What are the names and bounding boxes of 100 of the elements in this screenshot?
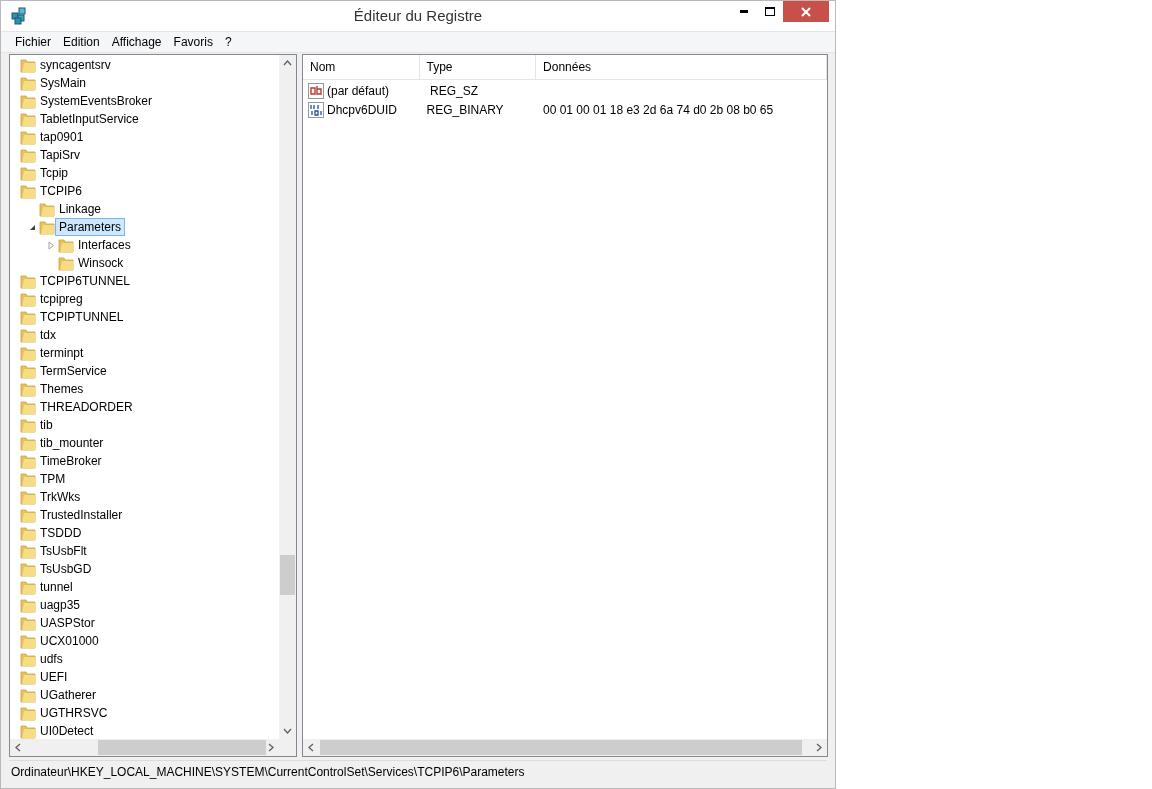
folder-icon — [20, 669, 36, 685]
folder-icon — [20, 723, 36, 739]
minimize-icon — [740, 10, 748, 13]
binary-value-icon — [308, 101, 324, 118]
folder-icon — [20, 597, 36, 613]
folder-icon — [20, 471, 36, 487]
menu-item[interactable]: Edition — [57, 35, 106, 49]
tree-item[interactable]: TPM — [36, 470, 70, 488]
column-header[interactable]: Données — [536, 55, 827, 79]
folder-icon — [20, 129, 36, 145]
menu-item[interactable]: Favoris — [167, 35, 219, 49]
folder-icon — [20, 525, 36, 541]
tree-item[interactable]: TCPIPTUNNEL — [36, 308, 128, 326]
menu-item[interactable]: Fichier — [9, 35, 57, 49]
vertical-scrollbar[interactable] — [279, 55, 296, 739]
tree-item[interactable]: tib — [36, 416, 57, 434]
tree-item[interactable]: Interfaces — [74, 236, 135, 254]
tree-item[interactable]: TabletInputService — [36, 110, 143, 128]
table-cell: Dhcpv6DUID — [303, 101, 420, 118]
tree-item[interactable]: UI0Detect — [36, 722, 98, 739]
tree-item[interactable]: TrkWks — [36, 488, 85, 506]
tree-item[interactable]: SystemEventsBroker — [36, 92, 157, 110]
collapse-arrow-icon[interactable] — [29, 223, 36, 231]
tree-item[interactable]: uagp35 — [36, 596, 85, 614]
string-value-icon — [308, 82, 324, 99]
window-title: Éditeur du Registre — [353, 7, 483, 24]
scrollbar-thumb[interactable] — [320, 740, 802, 755]
table-cell-text: REG_SZ — [429, 83, 479, 98]
tree-item[interactable]: tunnel — [36, 578, 77, 596]
tree-item[interactable]: Themes — [36, 380, 88, 398]
tree-item[interactable]: terminpt — [36, 344, 88, 362]
tree-item[interactable]: TermService — [36, 362, 111, 380]
tree-item[interactable]: tib_mounter — [36, 434, 108, 452]
folder-icon — [20, 579, 36, 595]
tree-item[interactable]: tdx — [36, 326, 60, 344]
tree-item[interactable]: Tcpip — [36, 164, 72, 182]
menu-item[interactable]: Affichage — [105, 35, 168, 49]
table-cell: (par défaut) — [303, 82, 423, 99]
tree-item[interactable]: UEFI — [36, 668, 72, 686]
registry-path: Ordinateur\HKEY_LOCAL_MACHINE\SYSTEM\CurrentControlSet\Services\TCPIP6\Parameters — [10, 765, 525, 779]
folder-icon — [58, 255, 74, 271]
folder-icon — [20, 111, 36, 127]
tree-item[interactable]: UCX01000 — [36, 632, 103, 650]
folder-icon — [20, 615, 36, 631]
close-button[interactable] — [783, 1, 829, 22]
folder-icon — [20, 183, 36, 199]
tree-item[interactable]: tap0901 — [36, 128, 88, 146]
folder-icon — [20, 291, 36, 307]
tree-item[interactable]: Winsock — [74, 254, 128, 272]
tree-item[interactable]: syncagentsrv — [36, 56, 115, 74]
tree-item[interactable]: THREADORDER — [36, 398, 137, 416]
tree-item[interactable]: TapiSrv — [36, 146, 84, 164]
folder-icon — [20, 489, 36, 505]
folder-icon — [20, 273, 36, 289]
table-cell-text: REG_BINARY — [425, 102, 505, 117]
folder-icon — [20, 363, 36, 379]
folder-icon — [20, 75, 36, 91]
tree-item[interactable]: TCPIP6 — [36, 182, 86, 200]
folder-icon — [20, 93, 36, 109]
tree-item[interactable]: TsUsbGD — [36, 560, 96, 578]
tree-item[interactable]: udfs — [36, 650, 67, 668]
tree-item[interactable]: Linkage — [55, 200, 106, 218]
column-header[interactable]: Type — [419, 55, 537, 79]
folder-icon — [20, 543, 36, 559]
menu-item[interactable]: ? — [218, 35, 238, 49]
tree-item[interactable]: Parameters — [55, 218, 126, 236]
folder-icon — [20, 435, 36, 451]
close-icon — [801, 6, 811, 17]
folder-icon — [20, 651, 36, 667]
table-cell-text: 00 01 00 01 18 e3 2d 6a 74 d0 2b 08 b0 65 — [542, 102, 775, 117]
column-header[interactable]: Nom — [303, 55, 420, 79]
maximize-icon — [765, 7, 775, 16]
folder-icon — [20, 57, 36, 73]
scrollbar-thumb[interactable] — [98, 740, 266, 755]
horizontal-scrollbar[interactable] — [303, 739, 827, 756]
folder-icon — [20, 147, 36, 163]
tree-item[interactable]: TimeBroker — [36, 452, 106, 470]
folder-icon — [20, 561, 36, 577]
folder-icon — [20, 687, 36, 703]
folder-icon — [20, 345, 36, 361]
folder-icon — [20, 327, 36, 343]
folder-icon — [20, 633, 36, 649]
horizontal-scrollbar[interactable] — [10, 739, 296, 756]
tree-item[interactable]: UGatherer — [36, 686, 101, 704]
tree-item[interactable]: TrustedInstaller — [36, 506, 127, 524]
scrollbar-thumb[interactable] — [280, 555, 295, 595]
tree-item[interactable]: TSDDD — [36, 524, 86, 542]
folder-icon — [20, 309, 36, 325]
folder-icon — [20, 381, 36, 397]
folder-icon — [20, 417, 36, 433]
folder-icon — [20, 507, 36, 523]
registry-cubes-icon — [10, 7, 28, 25]
tree-item[interactable]: UGTHRSVC — [36, 704, 112, 722]
tree-item[interactable]: TCPIP6TUNNEL — [36, 272, 135, 290]
tree-item[interactable]: SysMain — [36, 74, 90, 92]
folder-icon — [39, 219, 55, 235]
tree-item[interactable]: TsUsbFlt — [36, 542, 91, 560]
tree-item[interactable]: tcpipreg — [36, 290, 87, 308]
folder-icon — [20, 165, 36, 181]
tree-item[interactable]: UASPStor — [36, 614, 99, 632]
